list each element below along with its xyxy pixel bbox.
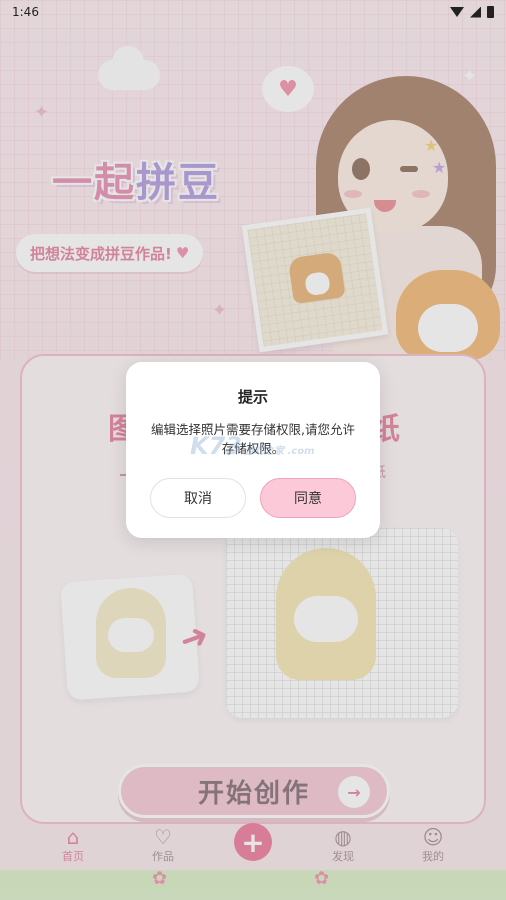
signal-icon [470, 6, 481, 18]
agree-button[interactable]: 同意 [260, 478, 356, 518]
wifi-icon [450, 7, 464, 17]
status-bar: 1:46 [0, 0, 506, 24]
status-time: 1:46 [12, 5, 39, 19]
permission-dialog: 提示 编辑选择照片需要存储权限,请您允许存储权限。 K73 游戏之家 .com 取… [126, 362, 380, 538]
dialog-title: 提示 [237, 388, 268, 406]
battery-icon [487, 6, 494, 18]
cancel-button[interactable]: 取消 [150, 478, 246, 518]
status-icons [450, 6, 494, 18]
dialog-message: 编辑选择照片需要存储权限,请您允许存储权限。 [151, 422, 355, 456]
